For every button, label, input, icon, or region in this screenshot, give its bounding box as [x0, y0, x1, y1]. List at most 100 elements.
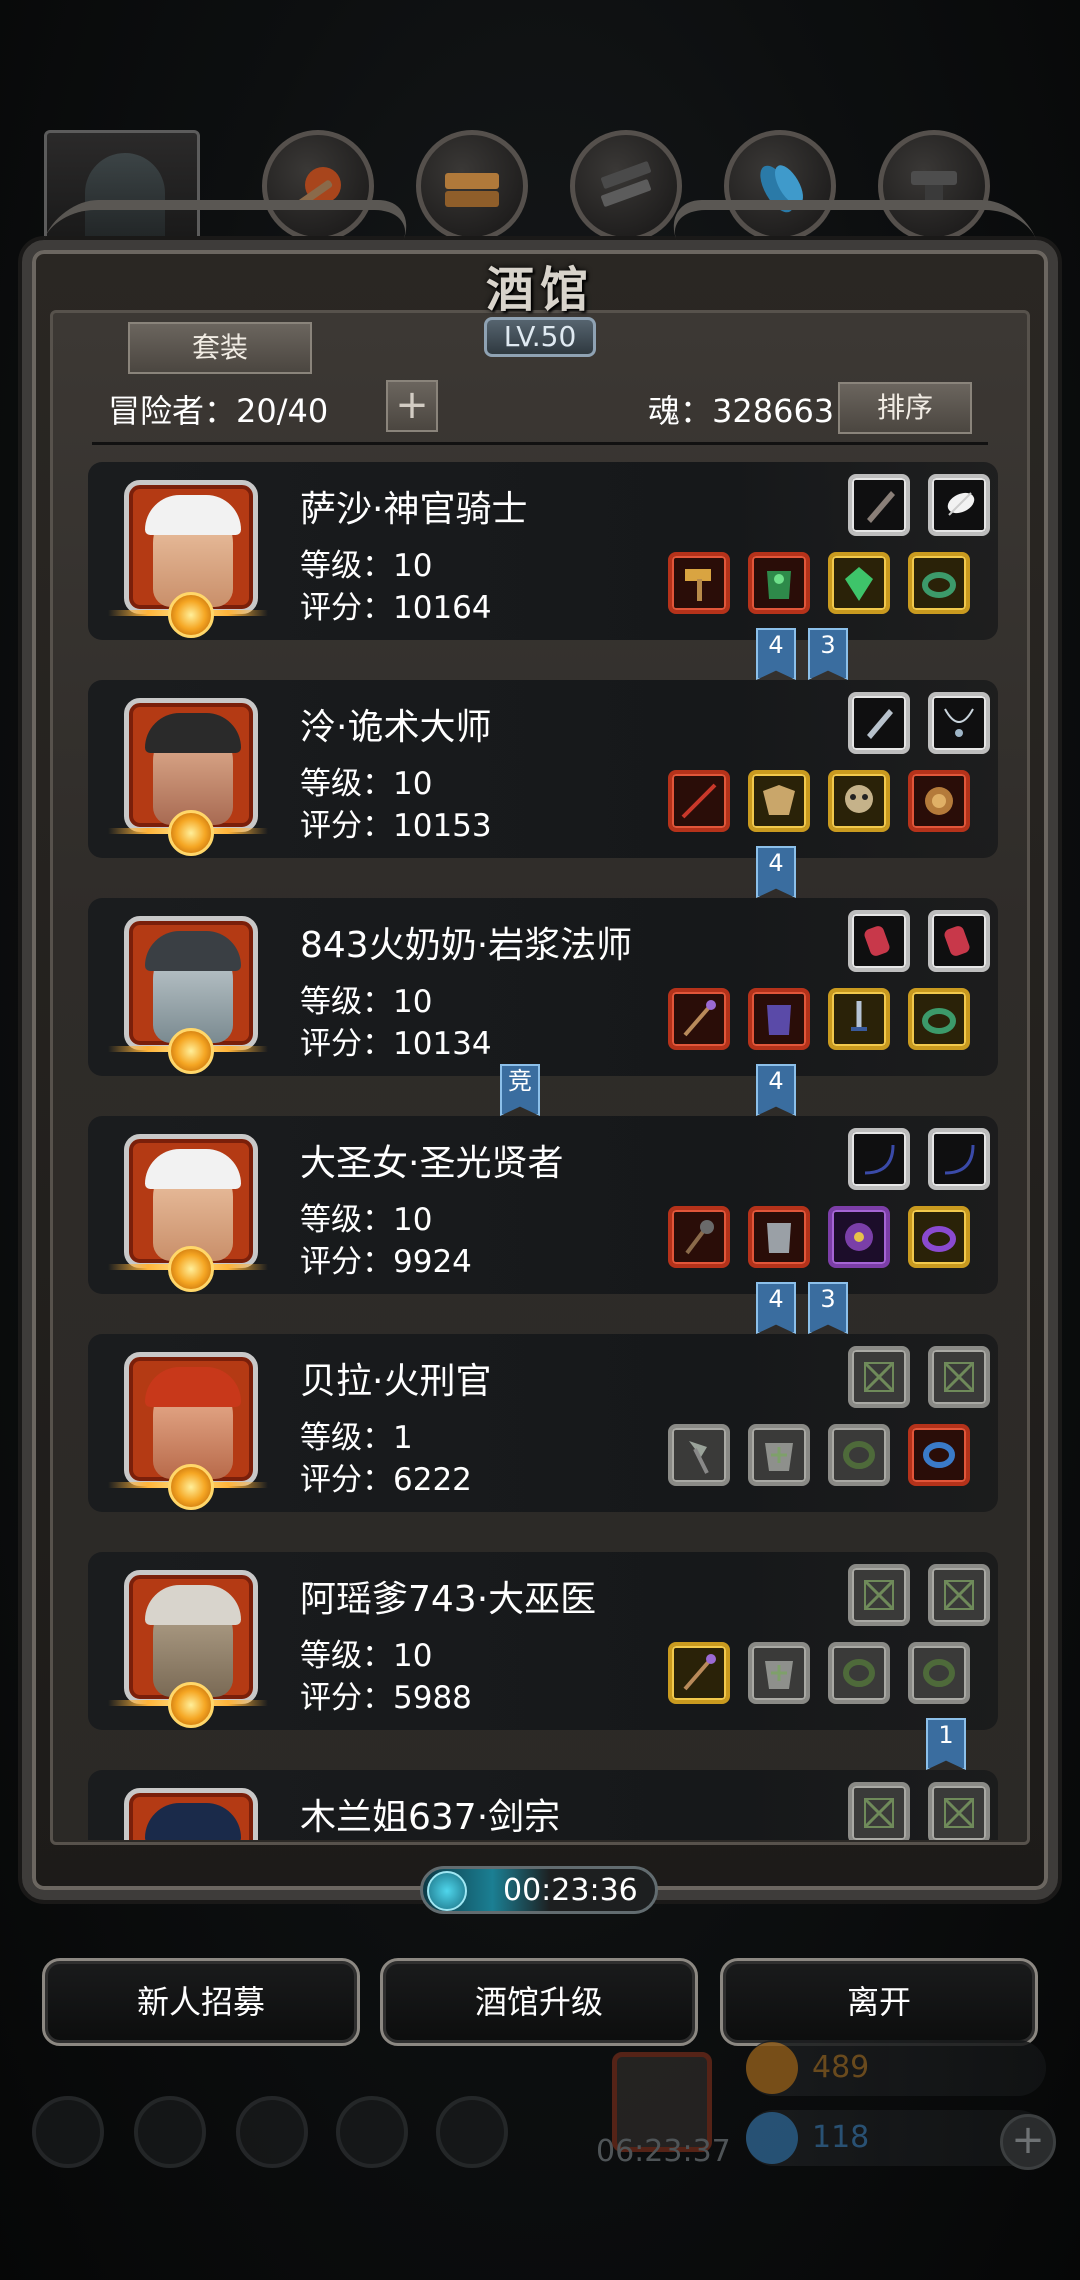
bow-icon[interactable] [848, 1128, 910, 1190]
winged-armor-icon[interactable] [748, 770, 810, 832]
sword-icon[interactable] [828, 988, 890, 1050]
armor-slot-icon[interactable] [748, 1424, 810, 1486]
claw-icon[interactable] [848, 474, 910, 536]
handshake-icon [436, 2096, 508, 2168]
staff-icon[interactable] [668, 988, 730, 1050]
set-button[interactable]: 套装 [128, 322, 312, 374]
hero-score: 评分：10153 [300, 808, 492, 844]
hero-level: 等级：10 [300, 1638, 433, 1674]
necklace-icon[interactable] [928, 692, 990, 754]
frame-ornament-left [21, 200, 419, 300]
hero-level: 等级：10 [300, 1202, 433, 1238]
hero-name: 萨沙·神官骑士 [300, 489, 528, 530]
green-armor-icon[interactable] [748, 552, 810, 614]
hero-name: 泠·诡术大师 [300, 707, 492, 748]
gear-star-icon [168, 592, 214, 638]
hero-list[interactable]: 萨沙·神官骑士 等级：10 评分：10164 4 3 泠·诡术大师 等级：10 评分：1015… [60, 450, 1020, 1840]
adventurer-count: 冒险者：20/40 [108, 392, 329, 430]
settings-icon [32, 2096, 104, 2168]
staff-icon[interactable] [668, 1642, 730, 1704]
empty-slot-icon[interactable] [848, 1782, 910, 1840]
hero-score: 评分：10134 [300, 1026, 492, 1062]
medallion-icon[interactable] [908, 770, 970, 832]
hero-score: 评分：10164 [300, 590, 492, 626]
refresh-timer: 00:23:36 [420, 1866, 658, 1914]
upgrade-tavern-button[interactable]: 酒馆升级 [380, 1958, 698, 2046]
axe-icon[interactable] [668, 1424, 730, 1486]
hero-name: 阿瑶爹743·大巫医 [300, 1579, 597, 1620]
hero-name: 木兰姐637·剑宗 [300, 1797, 561, 1838]
hero-card[interactable]: 贝拉·火刑官等级：1 评分：6222 [88, 1334, 998, 1512]
wood-plank-icon[interactable] [416, 130, 528, 242]
gear-star-icon [168, 1028, 214, 1074]
set-bonus-tag: 4 [756, 846, 796, 898]
hero-card[interactable]: 阿瑶爹743·大巫医等级：10 评分：5988 [88, 1552, 998, 1730]
hero-card[interactable]: 木兰姐637·剑宗等级：10 [88, 1770, 998, 1840]
empty-slot-icon[interactable] [928, 1564, 990, 1626]
hero-level: 等级：10 [300, 766, 433, 802]
empty-slot-icon[interactable] [928, 1782, 990, 1840]
purple-ring-icon[interactable] [908, 1206, 970, 1268]
mace-icon[interactable] [668, 1206, 730, 1268]
sort-button[interactable]: 排序 [838, 382, 972, 434]
ring-slot-icon[interactable] [828, 1424, 890, 1486]
scroll-icon[interactable] [928, 910, 990, 972]
hero-name: 843火奶奶·岩浆法师 [300, 925, 633, 966]
spear-icon[interactable] [668, 770, 730, 832]
gold-coin-icon [746, 2042, 798, 2094]
stopwatch-icon [427, 1871, 467, 1911]
page-title: 酒馆 [485, 262, 594, 318]
empty-slot-icon[interactable] [848, 1564, 910, 1626]
set-bonus-tag: 竞 [500, 1064, 540, 1116]
timer-value: 00:23:36 [503, 1873, 638, 1908]
gem-amount: 118 [812, 2120, 870, 2155]
gold-amount: 489 [812, 2050, 870, 2085]
ring-icon[interactable] [908, 988, 970, 1050]
scroll-icon[interactable] [848, 910, 910, 972]
gear-star-icon [168, 1682, 214, 1728]
armor-slot-icon[interactable] [748, 1642, 810, 1704]
hero-score: 评分：6222 [300, 1462, 472, 1498]
hammer-icon[interactable] [668, 552, 730, 614]
eye-orb-icon[interactable] [828, 1206, 890, 1268]
divider [92, 442, 988, 445]
gift-timer: 06:23:37 [596, 2134, 731, 2169]
gem-icon [746, 2112, 798, 2164]
mail-icon [336, 2096, 408, 2168]
tavern-level-badge: LV.50 [484, 317, 596, 357]
gear-star-icon [168, 1246, 214, 1292]
set-bonus-tag: 1 [926, 1718, 966, 1770]
hero-level: 等级：1 [300, 1420, 413, 1456]
ring-slot-icon[interactable] [908, 1642, 970, 1704]
hero-card[interactable]: 泠·诡术大师等级：10 评分：10153 [88, 680, 998, 858]
hero-avatar[interactable] [124, 1788, 258, 1840]
blue-ring-icon[interactable] [908, 1424, 970, 1486]
soul-amount: 魂：328663 [648, 392, 835, 430]
empty-slot-icon[interactable] [928, 1346, 990, 1408]
empty-slot-icon[interactable] [848, 1346, 910, 1408]
achievement-icon [134, 2096, 206, 2168]
ring-slot-icon[interactable] [828, 1642, 890, 1704]
hero-score: 评分：5988 [300, 1680, 472, 1716]
gear-star-icon [168, 1464, 214, 1510]
purple-armor-icon[interactable] [748, 988, 810, 1050]
set-bonus-tag: 4 [756, 628, 796, 680]
ring-icon[interactable] [908, 552, 970, 614]
feather-icon[interactable] [928, 474, 990, 536]
hero-card[interactable]: 大圣女·圣光贤者 等级：10 评分：9924 [88, 1116, 998, 1294]
hero-card[interactable]: 843火奶奶·岩浆法师 等级：10 评分：10134 [88, 898, 998, 1076]
leave-button[interactable]: 离开 [720, 1958, 1038, 2046]
chest-armor-icon[interactable] [748, 1206, 810, 1268]
hero-card[interactable]: 萨沙·神官骑士 等级：10 评分：10164 [88, 462, 998, 640]
skull-mask-icon[interactable] [828, 770, 890, 832]
set-bonus-tag: 4 [756, 1282, 796, 1334]
dagger-icon[interactable] [848, 692, 910, 754]
recruit-button[interactable]: 新人招募 [42, 1958, 360, 2046]
steel-bar-icon[interactable] [570, 130, 682, 242]
set-bonus-tag: 4 [756, 1064, 796, 1116]
gold-bar: 489 [746, 2040, 1046, 2096]
bow-icon[interactable] [928, 1128, 990, 1190]
add-adventurer-slot-button[interactable]: + [386, 380, 438, 432]
gem-icon[interactable] [828, 552, 890, 614]
hero-name: 贝拉·火刑官 [300, 1361, 492, 1402]
